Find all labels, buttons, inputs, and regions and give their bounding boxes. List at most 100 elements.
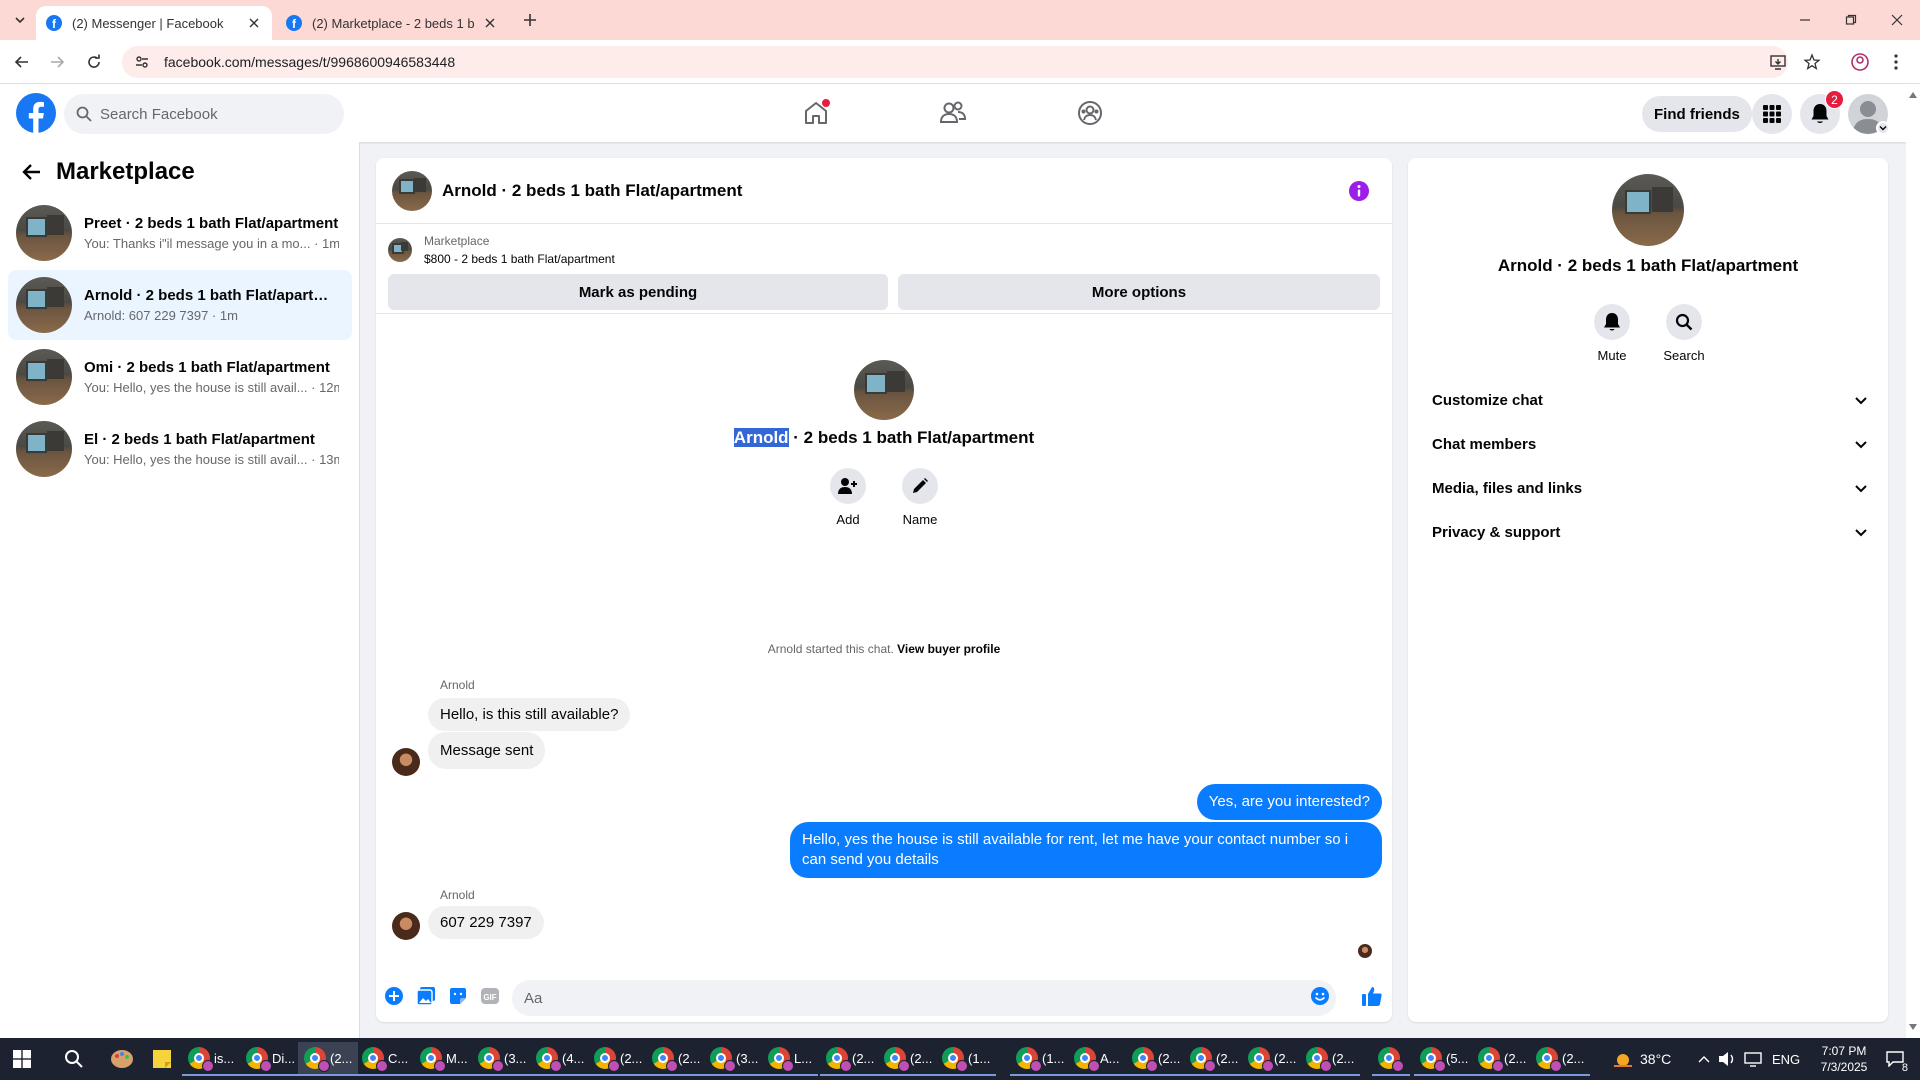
account-chevron-down-icon[interactable]: [1876, 121, 1890, 135]
weather-widget[interactable]: 38°C: [1612, 1038, 1671, 1080]
accordion-privacy-support[interactable]: Privacy & support: [1416, 510, 1880, 554]
taskbar-chrome-window[interactable]: (2...: [1472, 1042, 1533, 1076]
address-bar[interactable]: facebook.com/messages/t/9968600946583448: [122, 46, 1788, 78]
accordion-media-files-links[interactable]: Media, files and links: [1416, 466, 1880, 510]
incoming-message[interactable]: Message sent: [428, 732, 546, 769]
listing-price[interactable]: $800 - 2 beds 1 bath Flat/apartment: [424, 252, 615, 266]
find-friends-button[interactable]: Find friends: [1642, 96, 1752, 132]
site-info-icon[interactable]: [126, 46, 158, 78]
taskbar-chrome-window[interactable]: (1...: [1010, 1042, 1071, 1076]
taskbar-chrome-window[interactable]: Di...: [240, 1042, 302, 1076]
input-language[interactable]: ENG: [1772, 1038, 1800, 1080]
taskbar-chrome-window[interactable]: (2...: [646, 1042, 707, 1076]
taskbar-chrome-window[interactable]: (1...: [936, 1042, 997, 1076]
start-button[interactable]: [6, 1042, 38, 1076]
taskbar-chrome-window[interactable]: (2...: [1184, 1042, 1245, 1076]
facebook-search-box[interactable]: [64, 94, 344, 134]
chat-avatar[interactable]: [392, 170, 432, 211]
conversation-item-arnold[interactable]: Arnold · 2 beds 1 bath Flat/apartm... Ar…: [8, 270, 352, 340]
message-input[interactable]: [512, 980, 1336, 1016]
info-avatar[interactable]: [1612, 174, 1684, 246]
name-chat-action[interactable]: Name: [890, 468, 950, 527]
taskbar-chrome-window-active[interactable]: (2...: [298, 1042, 359, 1076]
back-arrow-icon[interactable]: [20, 160, 44, 184]
friends-nav-button[interactable]: [933, 93, 973, 133]
taskbar-chrome-window[interactable]: (3...: [704, 1042, 765, 1076]
chat-title[interactable]: Arnold · 2 beds 1 bath Flat/apartment: [442, 181, 742, 201]
close-tab-icon[interactable]: [246, 15, 262, 31]
taskbar-app-paint[interactable]: [104, 1042, 140, 1076]
outgoing-message[interactable]: Yes, are you interested?: [1196, 784, 1382, 820]
taskbar-chrome-window[interactable]: (2...: [1126, 1042, 1187, 1076]
close-window-icon[interactable]: [1874, 0, 1920, 40]
new-tab-plus-icon[interactable]: [520, 10, 540, 30]
search-in-conversation-action[interactable]: Search: [1654, 304, 1714, 363]
browser-tab-marketplace[interactable]: f (2) Marketplace - 2 beds 1 bath: [276, 6, 508, 40]
add-people-action[interactable]: Add: [818, 468, 878, 527]
taskbar-chrome-window[interactable]: (2...: [1242, 1042, 1303, 1076]
gif-icon[interactable]: GIF: [478, 984, 502, 1008]
taskbar-chrome-window[interactable]: [1372, 1042, 1410, 1076]
notifications-button[interactable]: 2: [1800, 90, 1844, 134]
facebook-logo-icon[interactable]: [16, 93, 56, 133]
menu-grid-button[interactable]: [1752, 94, 1792, 134]
taskbar-search-button[interactable]: [58, 1042, 90, 1076]
minimize-window-icon[interactable]: [1782, 0, 1828, 40]
mark-as-pending-button[interactable]: Mark as pending: [388, 274, 888, 310]
mute-action[interactable]: Mute: [1582, 304, 1642, 363]
sticker-icon[interactable]: [446, 984, 470, 1008]
view-buyer-profile-link[interactable]: View buyer profile: [897, 642, 1000, 656]
network-icon[interactable]: [1744, 1038, 1762, 1080]
taskbar-app-sticky-notes[interactable]: [146, 1042, 178, 1076]
taskbar-chrome-window[interactable]: (2...: [820, 1042, 881, 1076]
groups-nav-button[interactable]: [1070, 93, 1110, 133]
incoming-message[interactable]: 607 229 7397: [428, 906, 544, 939]
conversation-item-el[interactable]: El · 2 beds 1 bath Flat/apartment You: H…: [8, 414, 352, 484]
taskbar-chrome-window[interactable]: (2...: [878, 1042, 939, 1076]
taskbar-chrome-window[interactable]: C...: [356, 1042, 415, 1076]
sender-avatar[interactable]: [392, 748, 420, 776]
reload-icon[interactable]: [82, 50, 106, 74]
install-app-icon[interactable]: [1766, 50, 1790, 74]
taskbar-chrome-window[interactable]: M...: [414, 1042, 474, 1076]
action-center-button[interactable]: 8: [1880, 1038, 1910, 1080]
more-options-button[interactable]: More options: [898, 274, 1380, 310]
sender-avatar[interactable]: [392, 912, 420, 940]
home-nav-button[interactable]: [796, 93, 836, 133]
taskbar-chrome-window[interactable]: (4...: [530, 1042, 591, 1076]
incoming-message[interactable]: Hello, is this still available?: [428, 698, 631, 731]
accordion-customize-chat[interactable]: Customize chat: [1416, 378, 1880, 422]
tab-search-chevron-icon[interactable]: [8, 8, 32, 32]
volume-icon[interactable]: [1718, 1038, 1736, 1080]
conversation-info-icon[interactable]: [1348, 180, 1370, 202]
browser-menu-icon[interactable]: [1884, 50, 1908, 74]
scroll-up-arrow-icon[interactable]: [1906, 88, 1920, 102]
chrome-profile-icon[interactable]: [1848, 50, 1872, 74]
more-actions-plus-icon[interactable]: [382, 984, 406, 1008]
taskbar-chrome-window[interactable]: is...: [182, 1042, 241, 1076]
taskbar-chrome-window[interactable]: (3...: [472, 1042, 533, 1076]
back-arrow-icon[interactable]: [10, 50, 34, 74]
attach-photo-icon[interactable]: [414, 984, 438, 1008]
bookmark-star-icon[interactable]: [1800, 50, 1824, 74]
outgoing-message[interactable]: Hello, yes the house is still available …: [790, 822, 1382, 878]
search-input[interactable]: [100, 105, 320, 123]
taskbar-chrome-window[interactable]: L...: [762, 1042, 819, 1076]
browser-tab-messenger[interactable]: f (2) Messenger | Facebook: [36, 6, 272, 40]
taskbar-chrome-window[interactable]: (2...: [1300, 1042, 1361, 1076]
close-tab-icon[interactable]: [482, 15, 498, 31]
conversation-item-omi[interactable]: Omi · 2 beds 1 bath Flat/apartment You: …: [8, 342, 352, 412]
restore-window-icon[interactable]: [1828, 0, 1874, 40]
thumbs-up-icon[interactable]: [1360, 984, 1384, 1008]
page-scrollbar[interactable]: [1906, 84, 1920, 1038]
scroll-down-arrow-icon[interactable]: [1906, 1020, 1920, 1034]
show-hidden-icons-chevron-icon[interactable]: [1698, 1038, 1710, 1080]
accordion-chat-members[interactable]: Chat members: [1416, 422, 1880, 466]
taskbar-chrome-window[interactable]: (2...: [588, 1042, 649, 1076]
emoji-icon[interactable]: [1308, 984, 1332, 1008]
conversation-item-preet[interactable]: Preet · 2 beds 1 bath Flat/apartment You…: [8, 198, 352, 268]
taskbar-chrome-window[interactable]: A...: [1068, 1042, 1126, 1076]
clock[interactable]: 7:07 PM 7/3/2025: [1806, 1038, 1882, 1080]
forward-arrow-icon[interactable]: [45, 50, 69, 74]
taskbar-chrome-window[interactable]: (5...: [1414, 1042, 1475, 1076]
